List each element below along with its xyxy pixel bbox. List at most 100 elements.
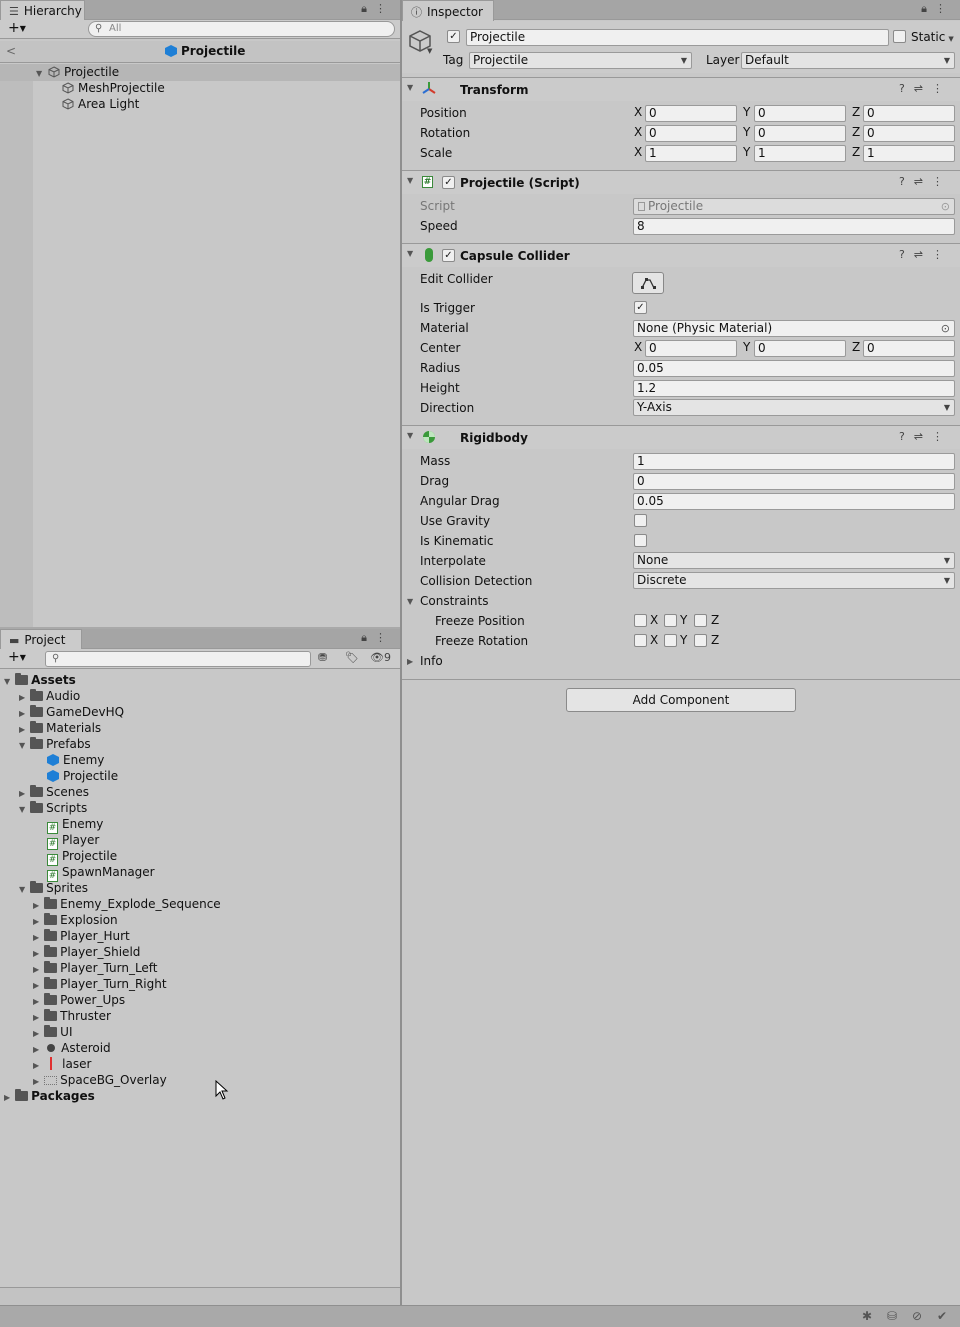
collapsed-triangle-icon[interactable]: ▶ — [33, 917, 39, 926]
expanded-triangle-icon[interactable]: ▼ — [407, 431, 413, 440]
edit-collider-button[interactable] — [632, 272, 664, 294]
position-z-field[interactable]: 0 — [863, 105, 955, 122]
collapsed-triangle-icon[interactable]: ▶ — [33, 981, 39, 990]
transform-header[interactable]: ▼ Transform ?⇌⋮ — [402, 77, 960, 101]
tree-script-spawnmanager[interactable]: # SpawnManager — [47, 864, 155, 882]
collapsed-triangle-icon[interactable]: ▶ — [19, 693, 25, 702]
freeze-rotation-y-checkbox[interactable] — [664, 634, 677, 647]
presets-icon[interactable]: ⇌ — [914, 248, 932, 261]
center-z-field[interactable]: 0 — [863, 340, 955, 357]
collapsed-triangle-icon[interactable]: ▶ — [33, 1029, 39, 1038]
mass-field[interactable]: 1 — [633, 453, 955, 470]
center-x-field[interactable]: 0 — [645, 340, 737, 357]
auto-generate-lighting-icon[interactable]: ⊘ — [912, 1309, 922, 1323]
presets-icon[interactable]: ⇌ — [914, 175, 932, 188]
use-gravity-checkbox[interactable] — [634, 514, 647, 527]
tree-folder-sprites[interactable]: ▼ Sprites — [19, 880, 88, 896]
tree-script-player[interactable]: # Player — [47, 832, 99, 850]
back-arrow-icon[interactable]: < — [6, 44, 16, 58]
is-trigger-checkbox[interactable]: ✓ — [634, 301, 647, 314]
rotation-y-field[interactable]: 0 — [754, 125, 846, 142]
gameobject-active-checkbox[interactable]: ✓ — [447, 30, 460, 43]
speed-field[interactable]: 8 — [633, 218, 955, 235]
tree-folder-scripts[interactable]: ▼ Scripts — [19, 800, 87, 816]
collapsed-triangle-icon[interactable]: ▶ — [33, 1077, 39, 1086]
tree-prefab-enemy[interactable]: Enemy — [47, 752, 104, 768]
scale-y-field[interactable]: 1 — [754, 145, 846, 162]
freeze-position-z-checkbox[interactable] — [694, 614, 707, 627]
collapsed-triangle-icon[interactable]: ▶ — [33, 997, 39, 1006]
position-y-field[interactable]: 0 — [754, 105, 846, 122]
capsule-collider-header[interactable]: ▼ ✓ Capsule Collider ?⇌⋮ — [402, 243, 960, 267]
expanded-triangle-icon[interactable]: ▼ — [19, 805, 25, 814]
tree-sprite-folder[interactable]: ▶ Player_Turn_Left — [33, 960, 158, 976]
expanded-triangle-icon[interactable]: ▼ — [19, 741, 25, 750]
bug-debug-icon[interactable]: ✱ — [862, 1309, 872, 1323]
collapsed-triangle-icon[interactable]: ▶ — [19, 709, 25, 718]
constraints-label[interactable]: Constraints — [420, 592, 488, 610]
more-menu-icon[interactable]: ⋮ — [932, 175, 952, 188]
filter-by-type-icon[interactable]: ⛃ — [318, 651, 327, 664]
tree-sprite-folder[interactable]: ▶ Power_Ups — [33, 992, 125, 1008]
project-tab[interactable]: ▬ Project — [0, 629, 82, 650]
expanded-triangle-icon[interactable]: ▼ — [36, 69, 42, 78]
collapsed-triangle-icon[interactable]: ▶ — [33, 1013, 39, 1022]
more-menu-icon[interactable]: ⋮ — [932, 82, 952, 95]
interpolate-dropdown[interactable]: None — [633, 552, 955, 569]
collapsed-triangle-icon[interactable]: ▶ — [33, 965, 39, 974]
collision-detection-dropdown[interactable]: Discrete — [633, 572, 955, 589]
script-enabled-checkbox[interactable]: ✓ — [442, 176, 455, 189]
hierarchy-search-input[interactable]: ⚲ All — [88, 21, 395, 37]
static-checkbox[interactable] — [893, 30, 906, 43]
tree-folder-scenes[interactable]: ▶ Scenes — [19, 784, 89, 800]
tree-prefab-projectile[interactable]: Projectile — [47, 768, 118, 784]
tree-sprite-folder[interactable]: ▶ Player_Shield — [33, 944, 140, 960]
hierarchy-item-meshprojectile[interactable]: MeshProjectile — [62, 80, 165, 96]
info-foldout-icon[interactable]: ▶ — [407, 657, 413, 666]
add-component-button[interactable]: Add Component — [566, 688, 796, 712]
tree-folder-gamedevhq[interactable]: ▶ GameDevHQ — [19, 704, 124, 720]
lock-icon[interactable]: 🔒︎ — [361, 2, 375, 15]
collapsed-triangle-icon[interactable]: ▶ — [33, 1061, 39, 1070]
more-menu-icon[interactable]: ⋮ — [935, 2, 954, 15]
angular-drag-field[interactable]: 0.05 — [633, 493, 955, 510]
icon-dropdown-arrow-icon[interactable]: ▼ — [427, 47, 432, 55]
collapsed-triangle-icon[interactable]: ▶ — [33, 933, 39, 942]
scale-x-field[interactable]: 1 — [645, 145, 737, 162]
presets-icon[interactable]: ⇌ — [914, 82, 932, 95]
tag-dropdown[interactable]: Projectile — [469, 52, 692, 69]
tree-folder-materials[interactable]: ▶ Materials — [19, 720, 101, 736]
is-kinematic-checkbox[interactable] — [634, 534, 647, 547]
hierarchy-tab[interactable]: ☰ Hierarchy — [0, 0, 85, 21]
freeze-position-y-checkbox[interactable] — [664, 614, 677, 627]
hidden-packages-toggle[interactable]: 👁︎9 — [370, 651, 391, 664]
position-x-field[interactable]: 0 — [645, 105, 737, 122]
freeze-position-x-checkbox[interactable] — [634, 614, 647, 627]
tree-sprite-folder[interactable]: ▶ Thruster — [33, 1008, 111, 1024]
collapsed-triangle-icon[interactable]: ▶ — [33, 901, 39, 910]
tree-script-projectile[interactable]: # Projectile — [47, 848, 117, 866]
tree-sprite-folder[interactable]: ▶ Explosion — [33, 912, 118, 928]
collapsed-triangle-icon[interactable]: ▶ — [33, 949, 39, 958]
material-field[interactable]: None (Physic Material) ⊙ — [633, 320, 955, 337]
lock-icon[interactable]: 🔒︎ — [361, 631, 375, 644]
filter-by-label-icon[interactable]: 🏷︎ — [345, 651, 359, 664]
center-y-field[interactable]: 0 — [754, 340, 846, 357]
info-label[interactable]: Info — [420, 652, 443, 670]
drag-field[interactable]: 0 — [633, 473, 955, 490]
create-add-icon[interactable]: +▼ — [8, 649, 26, 666]
static-dropdown[interactable]: Static ▼ — [911, 29, 954, 46]
freeze-rotation-z-checkbox[interactable] — [694, 634, 707, 647]
collapsed-triangle-icon[interactable]: ▶ — [19, 725, 25, 734]
tree-sprite-folder[interactable]: ▶ UI — [33, 1024, 72, 1040]
rotation-x-field[interactable]: 0 — [645, 125, 737, 142]
object-picker-icon[interactable]: ⊙ — [941, 321, 950, 336]
presets-icon[interactable]: ⇌ — [914, 430, 932, 443]
help-icon[interactable]: ? — [899, 248, 914, 261]
project-search-input[interactable]: ⚲ — [45, 651, 311, 667]
collapsed-triangle-icon[interactable]: ▶ — [4, 1093, 10, 1102]
tree-sprite-asteroid[interactable]: ▶ Asteroid — [33, 1040, 111, 1056]
lock-icon[interactable]: 🔒︎ — [921, 2, 935, 15]
tree-sprite-folder[interactable]: ▶ Enemy_Explode_Sequence — [33, 896, 221, 912]
expanded-triangle-icon[interactable]: ▼ — [19, 885, 25, 894]
